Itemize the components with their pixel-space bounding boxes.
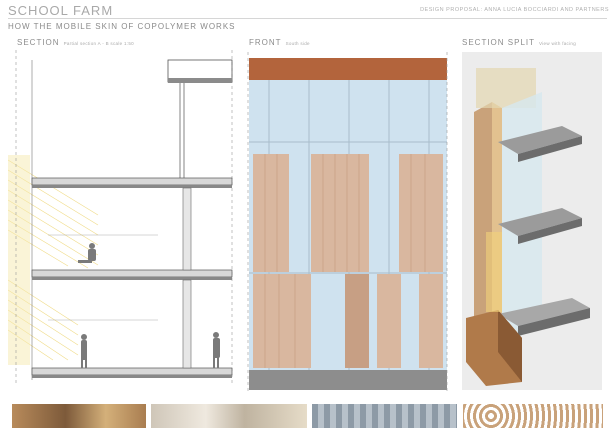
- thumbnail-1: [12, 404, 146, 428]
- person-figure: [78, 243, 220, 368]
- section-label-text: SECTION: [17, 38, 60, 47]
- board-subtitle: DESIGN PROPOSAL: ANNA LUCIA BOCCIARDI AN…: [420, 7, 609, 13]
- section-note: Partial section A - B scale 1:50: [63, 41, 134, 46]
- thumbnail-2: [151, 404, 307, 428]
- divider: [8, 18, 607, 19]
- board-heading: HOW THE MOBILE SKIN OF COPOLYMER WORKS: [8, 22, 236, 31]
- section-split-note: View with facing: [539, 41, 576, 46]
- thumbnail-4: [463, 404, 603, 428]
- section-label: SECTION Partial section A - B scale 1:50: [17, 38, 134, 47]
- section-drawing: [8, 50, 233, 385]
- section-split-label-text: SECTION SPLIT: [462, 38, 536, 47]
- floor-slab-lower: [31, 367, 233, 378]
- thumbnail-3: [312, 404, 457, 428]
- front-frame: [247, 52, 448, 392]
- front-note: South side: [285, 41, 310, 46]
- floor-slab-middle: [31, 269, 233, 280]
- section-split-label: SECTION SPLIT View with facing: [462, 38, 576, 47]
- front-label-text: FRONT: [249, 38, 282, 47]
- board-title: SCHOOL FARM: [8, 3, 114, 18]
- section-split-render: [462, 52, 602, 390]
- floor-slab-upper: [31, 177, 233, 188]
- front-label: FRONT South side: [249, 38, 310, 47]
